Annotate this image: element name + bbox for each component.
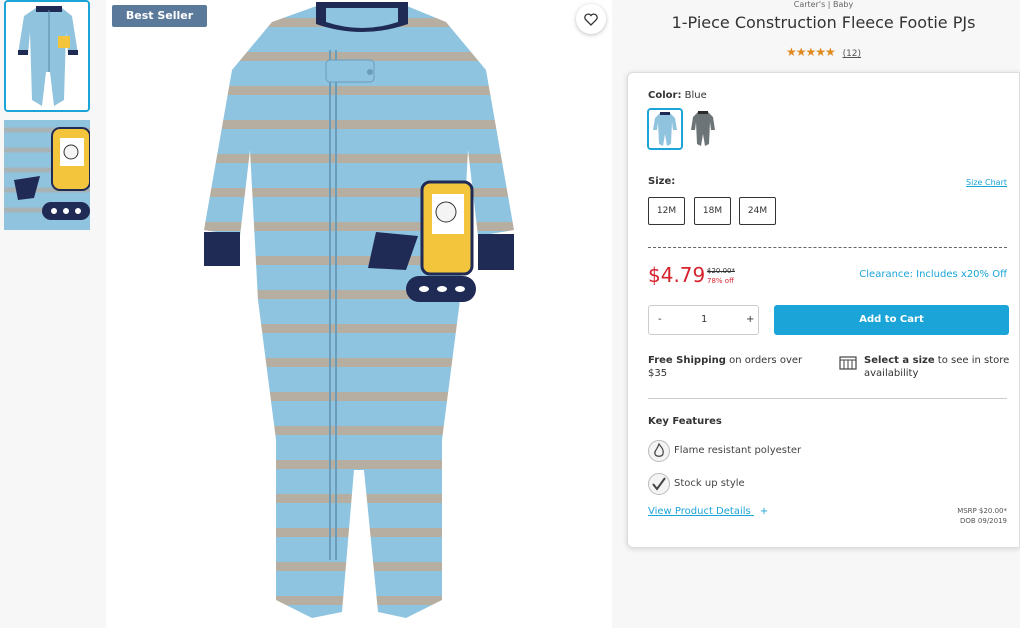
feature-text: Flame resistant polyester: [674, 445, 802, 456]
flame-icon-glyph: [654, 442, 664, 457]
color-swatch-grey[interactable]: [685, 108, 721, 150]
detail-thumbnail-image: [4, 120, 90, 230]
color-swatch-blue[interactable]: [647, 108, 683, 150]
footie-thumbnail-image: [6, 2, 88, 110]
star-rating-icon: ★★★★★: [785, 45, 836, 59]
quantity-input[interactable]: 1: [701, 314, 707, 325]
msrp-line: MSRP $20.00*: [957, 507, 1007, 515]
divider-line: [648, 398, 1007, 399]
size-option-12m[interactable]: 12M: [648, 197, 685, 225]
add-to-cart-button[interactable]: Add to Cart: [774, 305, 1009, 335]
thumbnail-1[interactable]: [4, 0, 90, 112]
heart-icon: [584, 12, 598, 26]
divider: [648, 247, 1007, 248]
color-label: Color:: [648, 90, 682, 101]
review-count-link[interactable]: (12): [843, 49, 861, 59]
size-option-24m[interactable]: 24M: [739, 197, 776, 225]
original-price: $20.00*: [707, 267, 735, 275]
store-availability-text: Select a size to see in store availabili…: [864, 354, 1014, 380]
dob-line: DOB 09/2019: [959, 517, 1007, 525]
clearance-link[interactable]: Clearance: Includes x20% Off: [859, 269, 1007, 280]
flame-icon: [648, 440, 670, 462]
shipping-bold: Free Shipping: [648, 355, 726, 366]
color-value: Blue: [684, 90, 707, 101]
blue-swatch-image: [649, 110, 681, 148]
store-bold: Select a size: [864, 355, 935, 366]
key-features-heading: Key Features: [648, 416, 722, 427]
size-chart-link[interactable]: Size Chart: [966, 178, 1007, 187]
feature-text: Stock up style: [674, 478, 745, 489]
msrp-info: MSRP $20.00* DOB 09/2019: [957, 506, 1007, 526]
color-row: Color: Blue: [648, 90, 707, 101]
footie-pajama-image: [204, 2, 514, 618]
discount-percent: 78% off: [707, 277, 734, 285]
best-seller-badge: Best Seller: [112, 5, 207, 27]
product-title: 1-Piece Construction Fleece Footie PJs: [671, 13, 976, 32]
brand-breadcrumb[interactable]: Carter's | Baby: [627, 0, 1020, 9]
main-product-image[interactable]: Best Seller: [106, 0, 612, 628]
quantity-decrease-button[interactable]: -: [658, 314, 662, 325]
purchase-panel: Color: Blue Size: Size Chart 12M 18M 24M…: [627, 72, 1020, 548]
quantity-increase-button[interactable]: +: [746, 314, 754, 325]
size-option-18m[interactable]: 18M: [694, 197, 731, 225]
checkmark-icon: [648, 473, 670, 495]
checkmark-icon-glyph: [652, 477, 666, 491]
view-details-text: View Product Details: [648, 506, 751, 517]
rating[interactable]: ★★★★★ (12): [627, 45, 1020, 59]
store-icon: [839, 356, 857, 370]
size-label-text: Size:: [648, 176, 676, 187]
thumbnail-2[interactable]: [4, 120, 90, 230]
view-product-details-link[interactable]: View Product Details +: [648, 506, 768, 517]
quantity-stepper: - 1 +: [648, 305, 759, 335]
size-label: Size:: [648, 176, 675, 187]
grey-swatch-image: [685, 108, 721, 150]
plus-icon: +: [759, 506, 769, 517]
shipping-info: Free Shipping on orders over $35: [648, 354, 818, 380]
favorite-button[interactable]: [576, 4, 606, 34]
sale-price: $4.79: [648, 263, 706, 287]
